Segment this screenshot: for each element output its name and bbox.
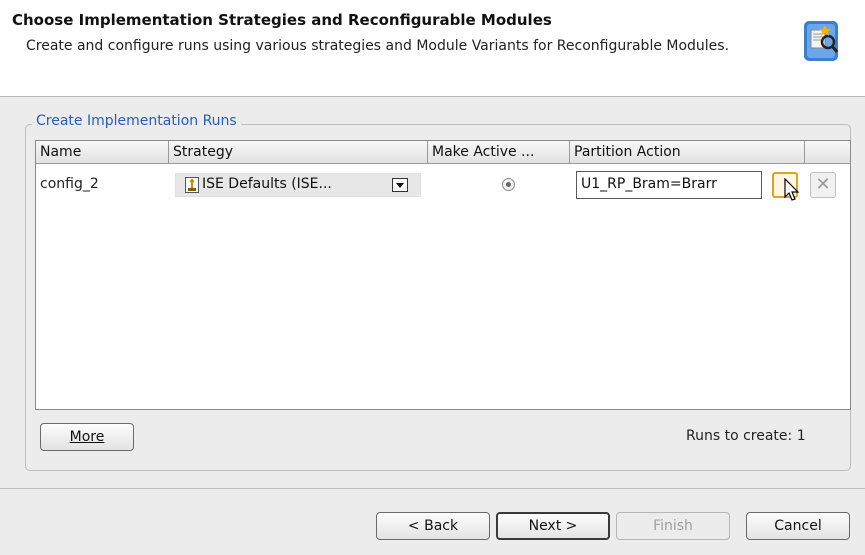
column-partition-action[interactable]: Partition Action	[570, 141, 805, 163]
runs-table: Name Strategy Make Active ... Partition …	[35, 140, 851, 410]
back-button[interactable]: < Back	[376, 512, 490, 540]
chevron-down-icon[interactable]	[392, 178, 408, 192]
more-button[interactable]: More	[40, 423, 134, 451]
page-title: Choose Implementation Strategies and Rec…	[12, 11, 552, 29]
runs-to-create-label: Runs to create: 1	[686, 428, 806, 444]
run-name: config_2	[40, 176, 99, 192]
column-strategy[interactable]: Strategy	[169, 141, 428, 163]
group-title: Create Implementation Runs	[32, 113, 241, 129]
footer-separator	[0, 488, 865, 489]
cancel-button[interactable]: Cancel	[746, 512, 850, 540]
table-row[interactable]: config_2 ISE Defaults (ISE... U1_RP_Bram…	[36, 164, 850, 206]
wizard-header: Choose Implementation Strategies and Rec…	[0, 0, 865, 97]
strategy-icon	[185, 177, 199, 193]
column-actions	[805, 141, 850, 163]
column-make-active[interactable]: Make Active ...	[428, 141, 570, 163]
next-button[interactable]: Next >	[496, 512, 610, 540]
finish-button[interactable]: Finish	[616, 512, 730, 540]
remove-run-button[interactable]: ✕	[810, 172, 836, 198]
mouse-cursor-icon	[784, 178, 800, 201]
partition-action-field[interactable]: U1_RP_Bram=Brarr	[576, 171, 762, 199]
more-button-label: More	[69, 429, 105, 445]
strategy-dropdown[interactable]: ISE Defaults (ISE...	[175, 173, 421, 197]
wizard-icon	[804, 21, 839, 61]
page-description: Create and configure runs using various …	[26, 38, 730, 54]
close-icon: ✕	[815, 174, 831, 195]
strategy-value: ISE Defaults (ISE...	[202, 176, 332, 192]
make-active-radio[interactable]	[502, 178, 515, 191]
table-header: Name Strategy Make Active ... Partition …	[36, 141, 850, 164]
column-name[interactable]: Name	[36, 141, 169, 163]
